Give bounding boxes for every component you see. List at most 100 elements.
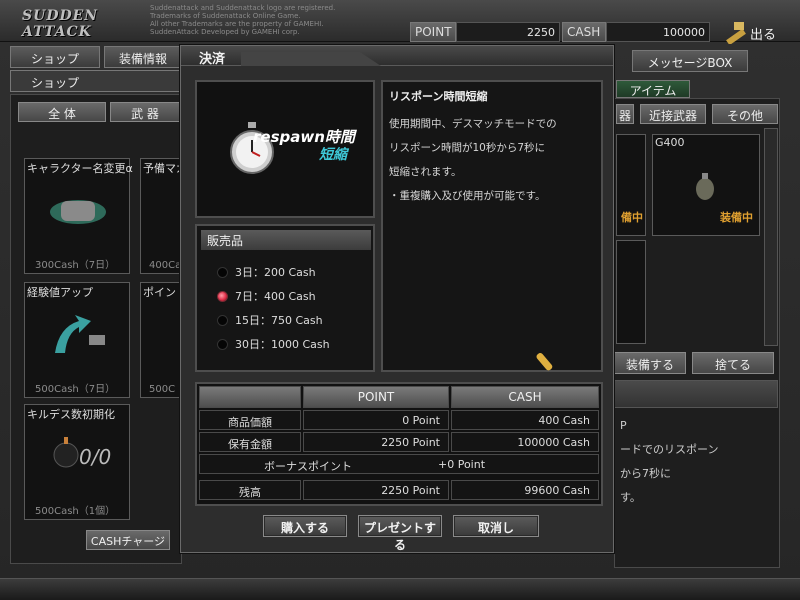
game-logo: SUDDEN ATTACK: [22, 8, 99, 40]
table-row-label: 保有金額: [199, 432, 301, 452]
description-line: 使用期間中、デスマッチモードでの: [389, 118, 557, 130]
inventory-scrollbar[interactable]: [764, 128, 778, 346]
shop-item-card[interactable]: キルデス数初期化 0/0 500Cash（1個）: [24, 404, 130, 520]
cash-value: 100000: [606, 22, 710, 42]
exit-button[interactable]: 出る: [712, 20, 792, 44]
tab-shop[interactable]: ショップ: [10, 46, 100, 68]
shop-item-price: 500Cash（1個）: [35, 506, 116, 517]
duration-option[interactable]: 7日：400 Cash: [217, 288, 316, 304]
hammer-icon: [726, 22, 746, 44]
titlebar-decoration: [241, 52, 381, 66]
chat-bar[interactable]: [0, 578, 800, 600]
shop-item-price: 400Ca: [149, 260, 182, 271]
radio-button[interactable]: [217, 315, 228, 326]
option-label: 3日：200 Cash: [235, 266, 316, 279]
item-description: 使用期間中、デスマッチモードでの リスポーン時間が10秒から7秒に 短縮されます…: [389, 112, 599, 208]
shop-item-name: キルデス数初期化: [27, 408, 115, 421]
buy-button[interactable]: 購入する: [263, 515, 347, 537]
item-image-box: respawn時間 短縮: [195, 80, 375, 218]
shop-subheader: ショップ: [10, 70, 180, 92]
cash-charge-button[interactable]: CASHチャージ: [86, 530, 170, 550]
inventory-slot[interactable]: [616, 240, 646, 344]
shop-item-name: キャラクター名変更α: [27, 162, 133, 175]
equip-button[interactable]: 装備する: [614, 352, 686, 374]
copyright-line: Trademarks of Suddenattack Online Game.: [150, 12, 301, 20]
category-weapon-tab[interactable]: 武 器: [110, 102, 180, 122]
copyright-line: All other Trademarks are the property of…: [150, 20, 324, 28]
exp-up-arrow-icon: [55, 315, 105, 353]
item-desc-fragments: P ードでのリスポーン から7秒に す。: [620, 414, 718, 510]
option-label: 7日：400 Cash: [235, 290, 316, 303]
desc-fragment: す。: [620, 491, 641, 504]
purchase-dialog: 決済 respawn時間 短縮 リスポーン時間短縮 使用期間中、デスマッチモード…: [180, 45, 614, 553]
filter-weapon[interactable]: 器: [616, 104, 634, 124]
balance-cash: 99600 Cash: [451, 480, 599, 500]
kd-reset-logo: 0/0: [79, 445, 112, 469]
radio-button-selected[interactable]: [217, 291, 228, 302]
sale-header: 販売品: [201, 230, 371, 250]
table-row-label: 商品価額: [199, 410, 301, 430]
point-label: POINT: [410, 22, 456, 42]
inventory-slot[interactable]: G400 装備中: [652, 134, 760, 236]
item-desc-header: [614, 380, 778, 408]
bonus-row: ボーナスポイント +0 Point: [199, 454, 599, 474]
cancel-button[interactable]: 取消し: [453, 515, 539, 537]
option-label: 15日：750 Cash: [235, 314, 323, 327]
shop-item-card[interactable]: キャラクター名変更α 300Cash（7日）: [24, 158, 133, 274]
inventory-item-name: G400: [655, 136, 685, 149]
description-line: ・重複購入及び使用が可能です。: [389, 190, 546, 202]
duration-option[interactable]: 30日：1000 Cash: [217, 336, 330, 352]
name-tag-icon: [50, 200, 106, 224]
table-cell-cash: 100000 Cash: [451, 432, 599, 452]
item-name: リスポーン時間短縮: [389, 90, 488, 103]
discard-button[interactable]: 捨てる: [692, 352, 774, 374]
inventory-slot[interactable]: 備中: [616, 134, 646, 236]
desc-fragment: P: [620, 419, 627, 432]
tab-message-box[interactable]: メッセージBOX: [632, 50, 748, 72]
table-cell-cash: 400 Cash: [451, 410, 599, 430]
shop-item-card[interactable]: 経験値アップ 500Cash（7日）: [24, 282, 130, 398]
item-logo-subtext: 短縮: [319, 147, 347, 163]
copyright-notice: Suddenattack and Suddenattack logo are r…: [150, 4, 390, 36]
duration-option[interactable]: 3日：200 Cash: [217, 264, 316, 280]
table-header-cash: CASH: [451, 386, 599, 408]
tab-item[interactable]: アイテム: [616, 80, 690, 98]
shop-item-card[interactable]: 予備マガ 400Ca: [140, 158, 187, 274]
duration-option[interactable]: 15日：750 Cash: [217, 312, 323, 328]
item-description-box: リスポーン時間短縮 使用期間中、デスマッチモードでの リスポーン時間が10秒から…: [381, 80, 603, 372]
copyright-line: Suddenattack and Suddenattack logo are r…: [150, 4, 336, 12]
cash-label: CASH: [562, 22, 606, 42]
present-button[interactable]: プレゼントする: [358, 515, 442, 552]
category-all-tab[interactable]: 全 体: [18, 102, 106, 122]
bullet-cursor-icon: [536, 352, 553, 371]
exit-label: 出る: [750, 28, 777, 43]
dialog-titlebar: 決済: [181, 46, 613, 67]
radio-button[interactable]: [217, 339, 228, 350]
price-table: POINT CASH 商品価額 0 Point 400 Cash 保有金額 22…: [195, 382, 603, 506]
balance-point: 2250 Point: [303, 480, 449, 500]
filter-other[interactable]: その他: [712, 104, 778, 124]
desc-fragment: から7秒に: [620, 467, 671, 480]
point-value: 2250: [456, 22, 560, 42]
table-cell-point: 2250 Point: [303, 432, 449, 452]
shop-item-card[interactable]: ポイント 500C: [140, 282, 187, 398]
filter-melee[interactable]: 近接武器: [640, 104, 706, 124]
bonus-value: +0 Point: [438, 458, 486, 471]
desc-fragment: ードでのリスポーン: [620, 443, 719, 456]
dialog-title: 決済: [199, 52, 226, 67]
sale-options-box: 販売品 3日：200 Cash 7日：400 Cash 15日：750 Cash…: [195, 224, 375, 372]
copyright-line: SuddenAttack Developed by GAMEHI corp.: [150, 28, 300, 36]
radio-button[interactable]: [217, 267, 228, 278]
shop-item-price: 300Cash（7日）: [35, 260, 116, 271]
shop-item-price: 500Cash（7日）: [35, 384, 116, 395]
description-line: 短縮されます。: [389, 166, 462, 178]
option-label: 30日：1000 Cash: [235, 338, 330, 351]
table-header-point: POINT: [303, 386, 449, 408]
table-header-blank: [199, 386, 301, 408]
grenade-icon: [696, 173, 714, 200]
table-row-label: 残高: [199, 480, 301, 500]
shop-item-price: 500C: [149, 384, 176, 395]
bonus-label: ボーナスポイント: [264, 460, 352, 473]
shop-item-name: 経験値アップ: [27, 286, 93, 299]
tab-equipment-info[interactable]: 装備情報: [104, 46, 182, 68]
